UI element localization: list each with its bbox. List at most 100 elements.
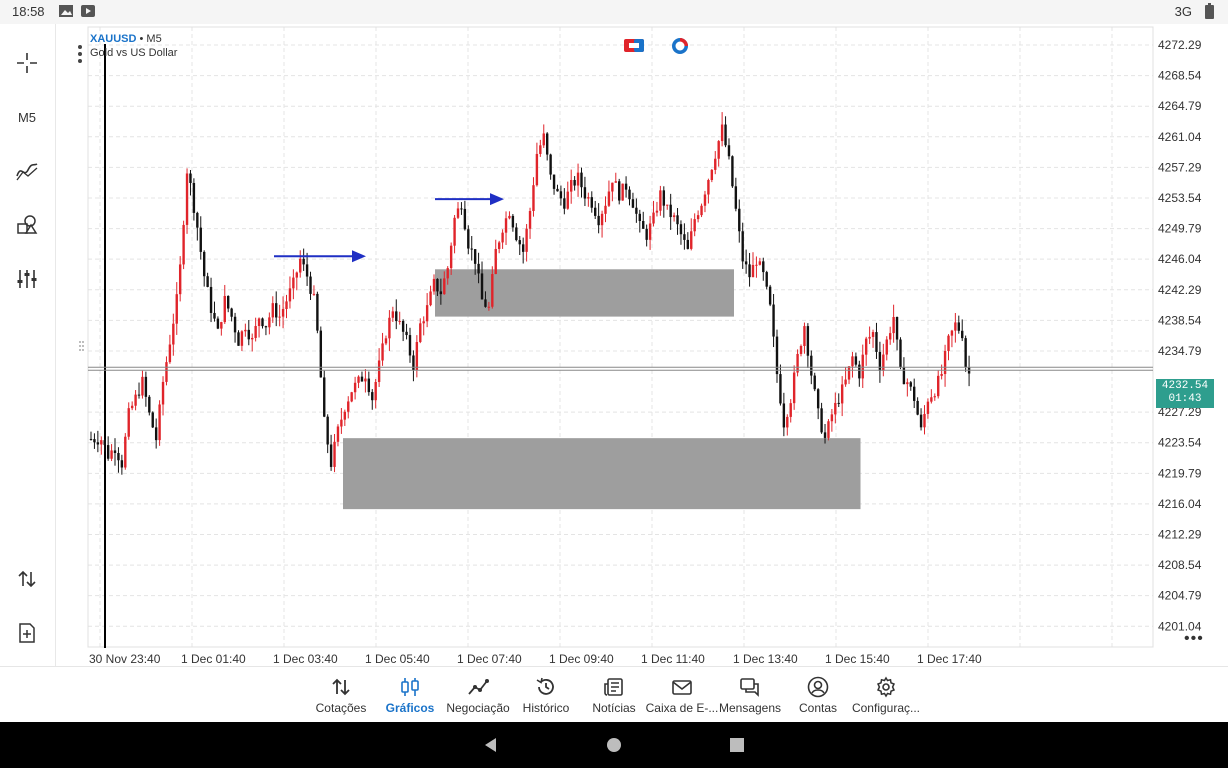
candle (741, 231, 744, 262)
candle (227, 295, 230, 309)
one-click-trading-icon[interactable] (624, 39, 644, 52)
current-price-value: 4232.54 (1161, 380, 1209, 393)
candle (666, 204, 669, 206)
candle (501, 232, 504, 243)
candle (353, 382, 357, 393)
drag-handle-icon[interactable] (79, 341, 84, 351)
candle (521, 244, 525, 252)
candle-countdown: 01:43 (1168, 393, 1202, 406)
objects-button[interactable] (10, 208, 44, 242)
candle (439, 291, 443, 295)
symbol-info[interactable]: XAUUSD • M5 Gold vs US Dollar (90, 32, 177, 60)
candle (189, 173, 192, 183)
candle (268, 317, 271, 328)
candle (374, 381, 377, 401)
candle (786, 416, 789, 428)
market-clock-icon[interactable] (672, 38, 688, 54)
history-icon (536, 677, 554, 695)
price-tick-label: 4242.29 (1158, 283, 1202, 297)
price-tick-label: 4253.54 (1158, 191, 1202, 205)
candle (940, 374, 943, 376)
candle (96, 442, 100, 445)
candle (868, 336, 871, 339)
candle (309, 276, 312, 294)
price-chart[interactable]: 4272.29 4268.54 4264.79 4261.04 4257.29 4253.… (0, 0, 1228, 666)
mail-icon (672, 680, 692, 695)
candle (124, 436, 127, 468)
supply-demand-zone[interactable] (435, 269, 734, 317)
timeframe-button[interactable]: M5 (10, 100, 44, 134)
candle (247, 329, 250, 340)
candle (899, 339, 902, 368)
chart-settings-button[interactable] (10, 262, 44, 296)
new-order-button[interactable] (10, 616, 44, 650)
candle (192, 182, 196, 213)
messages-icon (740, 678, 759, 697)
candle (398, 320, 401, 322)
candle (844, 379, 847, 385)
candle (261, 318, 264, 327)
candle (659, 190, 662, 211)
candle (847, 366, 851, 380)
price-tick-label: 4216.04 (1158, 497, 1202, 511)
candle (196, 212, 199, 228)
candle (240, 331, 244, 346)
candle (477, 263, 480, 274)
candle (525, 228, 528, 252)
candle (130, 405, 134, 409)
supply-demand-zone[interactable] (343, 438, 861, 510)
candle (110, 450, 113, 459)
trade-button[interactable] (10, 562, 44, 596)
candle (515, 227, 518, 241)
candle (648, 223, 652, 240)
price-tick-label: 4204.79 (1158, 589, 1202, 603)
candle (202, 251, 206, 277)
crosshair-button[interactable] (10, 46, 44, 80)
candle (422, 321, 425, 324)
candle (655, 210, 659, 213)
candle (340, 419, 343, 427)
candle (467, 229, 470, 249)
candle (552, 174, 556, 189)
menu-dots-icon[interactable] (76, 43, 84, 65)
candle (206, 276, 209, 287)
price-axis: 4272.29 4268.54 4264.79 4261.04 4257.29 4253.… (1158, 38, 1202, 633)
indicators-button[interactable] (10, 154, 44, 188)
candle (635, 207, 638, 214)
time-tick-label: 30 Nov 23:40 (89, 652, 161, 666)
current-price-tag: 4232.54 01:43 (1156, 379, 1214, 409)
candle (707, 180, 710, 195)
candle (127, 408, 130, 437)
candle (182, 224, 185, 265)
home-icon[interactable] (605, 736, 623, 754)
symbol-name: XAUUSD (90, 33, 137, 45)
candle (696, 215, 700, 220)
candle (271, 303, 274, 318)
candle (933, 396, 936, 398)
nav-settings[interactable]: Configuraç... (842, 667, 930, 723)
candle (100, 440, 103, 445)
candle (381, 343, 384, 361)
candle (768, 286, 772, 305)
candle (117, 453, 120, 461)
price-tick-label: 4257.29 (1158, 160, 1202, 174)
gear-icon (876, 676, 896, 698)
candle (748, 264, 751, 278)
candle (954, 322, 957, 331)
candle (864, 338, 868, 355)
system-navigation-bar (0, 722, 1228, 768)
candle (199, 227, 202, 252)
candle (871, 332, 875, 337)
recents-icon[interactable] (728, 736, 746, 754)
candle (161, 381, 165, 405)
candle (449, 245, 453, 269)
candle (806, 326, 810, 356)
more-options-icon[interactable]: ••• (1184, 630, 1204, 648)
back-icon[interactable] (482, 736, 500, 754)
chart-toolbar: M5 (0, 24, 56, 666)
price-tick-label: 4264.79 (1158, 99, 1202, 113)
candle (662, 190, 666, 206)
candle (254, 326, 257, 338)
candle (264, 326, 268, 328)
time-tick-label: 1 Dec 11:40 (641, 652, 705, 666)
